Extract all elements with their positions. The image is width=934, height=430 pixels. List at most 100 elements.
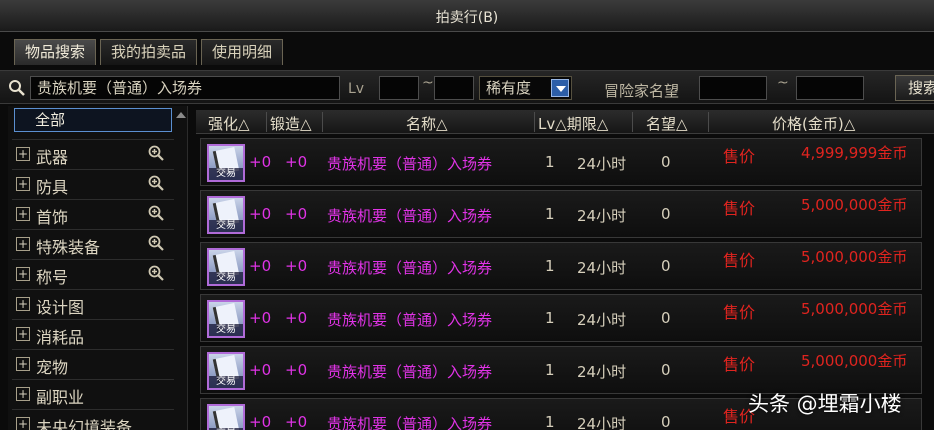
header-lv-limit[interactable]: Lv△期限△ [538, 113, 608, 134]
category-item[interactable]: + 防具 [12, 169, 174, 197]
header-forge[interactable]: 锻造△ [270, 113, 312, 134]
category-label: 首饰 [36, 208, 69, 227]
cell-price-label: 售价 [723, 355, 756, 374]
cell-item-name: 贵族机要（普通）入场券 [327, 311, 493, 329]
expand-icon[interactable]: + [16, 357, 30, 371]
rarity-select[interactable]: 稀有度 [479, 76, 572, 100]
zoom-icon[interactable] [148, 235, 164, 251]
cell-lv: 1 [545, 361, 555, 379]
search-icon [9, 80, 25, 96]
tab-usage-history[interactable]: 使用明细 [201, 39, 284, 65]
header-fame[interactable]: 名望△ [646, 113, 688, 134]
lv-max-input[interactable] [434, 76, 474, 100]
cell-limit: 24小时 [577, 155, 627, 173]
category-item[interactable]: + 消耗品 [12, 319, 174, 347]
category-all[interactable]: 全部 [14, 108, 172, 132]
cell-price: 5,000,000金币 [801, 352, 908, 370]
expand-icon[interactable]: + [16, 207, 30, 221]
cell-forge: +0 [285, 361, 308, 379]
trade-tag: 交易 [209, 376, 243, 388]
expand-icon[interactable]: + [16, 237, 30, 251]
category-item[interactable]: + 特殊装备 [12, 229, 174, 257]
search-button[interactable]: 搜索 [895, 75, 934, 101]
item-name-input[interactable]: 贵族机要（普通）入场券 [30, 76, 340, 100]
cell-fame: 0 [661, 361, 671, 379]
cell-forge: +0 [285, 153, 308, 171]
cell-limit: 24小时 [577, 207, 627, 225]
category-item[interactable]: + 宠物 [12, 349, 174, 377]
table-row[interactable]: 交易 +0 +0 贵族机要（普通）入场券 1 24小时 0 售价 5,000,000金币 [200, 190, 922, 238]
cell-price-label: 售价 [723, 199, 756, 218]
cell-forge: +0 [285, 205, 308, 223]
scroll-up-icon[interactable] [176, 110, 186, 120]
zoom-icon[interactable] [148, 145, 164, 161]
rarity-value: 稀有度 [486, 79, 532, 97]
lv-min-input[interactable] [379, 76, 419, 100]
results-table: 强化△ 锻造△ 名称△ Lv△期限△ 名望△ 价格(金币)△ 交易 +0 +0 贵族机… [196, 106, 934, 430]
cell-enhance: +0 [249, 205, 272, 223]
cell-forge: +0 [285, 257, 308, 275]
cell-enhance: +0 [249, 257, 272, 275]
trade-tag: 交易 [209, 220, 243, 232]
cell-fame: 0 [661, 153, 671, 171]
zoom-icon[interactable] [148, 265, 164, 281]
expand-icon[interactable]: + [16, 327, 30, 341]
expand-icon[interactable]: + [16, 147, 30, 161]
zoom-icon[interactable] [148, 205, 164, 221]
header-price[interactable]: 价格(金币)△ [772, 113, 855, 134]
category-label: 未央幻境装备 [36, 418, 133, 430]
category-label: 副职业 [36, 388, 85, 407]
expand-icon[interactable]: + [16, 267, 30, 281]
category-label: 宠物 [36, 358, 69, 377]
ticket-item-icon[interactable]: 交易 [207, 248, 245, 286]
watermark-text: 头条 @埋霜小楼 [748, 392, 902, 416]
tab-my-auctions[interactable]: 我的拍卖品 [100, 39, 198, 65]
chevron-down-icon[interactable] [551, 79, 569, 97]
category-item[interactable]: + 副职业 [12, 379, 174, 407]
expand-icon[interactable]: + [16, 297, 30, 311]
cell-item-name: 贵族机要（普通）入场券 [327, 363, 493, 381]
ticket-item-icon[interactable]: 交易 [207, 352, 245, 390]
title-bar: 拍卖行(B) [0, 0, 934, 32]
zoom-icon[interactable] [148, 175, 164, 191]
expand-icon[interactable]: + [16, 417, 30, 430]
expand-icon[interactable]: + [16, 387, 30, 401]
category-label: 称号 [36, 268, 69, 287]
category-label: 消耗品 [36, 328, 85, 347]
cell-forge: +0 [285, 309, 308, 327]
category-label: 防具 [36, 178, 69, 197]
trade-tag: 交易 [209, 272, 243, 284]
table-row[interactable]: 交易 +0 +0 贵族机要（普通）入场券 1 24小时 0 售价 4,999,999金币 [200, 138, 922, 186]
table-row[interactable]: 交易 +0 +0 贵族机要（普通）入场券 1 24小时 0 售价 5,000,000金币 [200, 294, 922, 342]
table-row[interactable]: 交易 +0 +0 贵族机要（普通）入场券 1 24小时 0 售价 5,000,000金币 [200, 346, 922, 394]
cell-price: 5,000,000金币 [801, 300, 908, 318]
cell-item-name: 贵族机要（普通）入场券 [327, 259, 493, 277]
ticket-item-icon[interactable]: 交易 [207, 404, 245, 430]
search-bar: 贵族机要（普通）入场券 Lv ~ 稀有度 冒险家名望 ~ 搜索 [0, 70, 934, 104]
expand-icon[interactable]: + [16, 177, 30, 191]
cell-item-name: 贵族机要（普通）入场券 [327, 155, 493, 173]
table-row[interactable]: 交易 +0 +0 贵族机要（普通）入场券 1 24小时 0 售价 5,000,000金币 [200, 242, 922, 290]
category-item[interactable]: + 武器 [12, 139, 174, 167]
cell-lv: 1 [545, 309, 555, 327]
header-name[interactable]: 名称△ [406, 113, 448, 134]
fame-max-input[interactable] [796, 76, 864, 100]
fame-range-separator: ~ [777, 75, 789, 91]
cell-limit: 24小时 [577, 415, 627, 430]
tab-item-search[interactable]: 物品搜索 [14, 39, 97, 65]
cell-item-name: 贵族机要（普通）入场券 [327, 415, 493, 430]
table-header: 强化△ 锻造△ 名称△ Lv△期限△ 名望△ 价格(金币)△ [196, 110, 934, 134]
category-item[interactable]: + 称号 [12, 259, 174, 287]
category-item[interactable]: + 首饰 [12, 199, 174, 227]
category-item[interactable]: + 未央幻境装备 [12, 409, 174, 430]
ticket-item-icon[interactable]: 交易 [207, 196, 245, 234]
cell-price: 5,000,000金币 [801, 248, 908, 266]
fame-min-input[interactable] [699, 76, 767, 100]
tab-bar: 物品搜索 我的拍卖品 使用明细 [14, 39, 284, 65]
lv-label: Lv [348, 81, 365, 97]
header-enhance[interactable]: 强化△ [208, 113, 250, 134]
cell-price-label: 售价 [723, 303, 756, 322]
category-item[interactable]: + 设计图 [12, 289, 174, 317]
ticket-item-icon[interactable]: 交易 [207, 300, 245, 338]
ticket-item-icon[interactable]: 交易 [207, 144, 245, 182]
